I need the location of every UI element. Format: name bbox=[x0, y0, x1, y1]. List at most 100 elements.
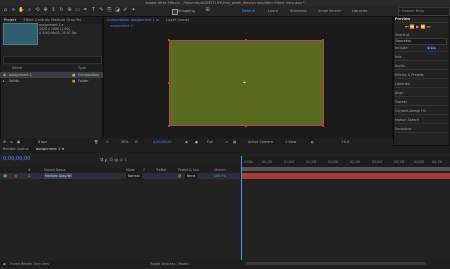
shortcut-select[interactable]: Spacebar bbox=[395, 38, 447, 45]
panel-audio[interactable]: Audio bbox=[395, 63, 448, 70]
parent-select[interactable]: None bbox=[185, 173, 198, 179]
panel-align[interactable]: Align bbox=[395, 90, 448, 97]
timeline-zoom-slider[interactable] bbox=[246, 262, 426, 265]
preview-toggle-icon[interactable]: ⎚ bbox=[106, 138, 109, 146]
timeline-layer-row[interactable]: 👁 ■ 1 Medium Gray-Yel Normal @ None 100.… bbox=[0, 173, 240, 179]
timeline-current-time[interactable]: 0;00;00;00 bbox=[3, 156, 30, 162]
exposure-value[interactable]: +0.0 bbox=[341, 138, 349, 146]
anchor-point-icon[interactable]: ⌖ bbox=[243, 80, 246, 86]
resolution-select[interactable]: Full bbox=[207, 138, 213, 146]
zoom-level[interactable]: 50% bbox=[121, 138, 129, 146]
layer-label-color[interactable]: ■ bbox=[14, 173, 17, 179]
current-time[interactable]: 0;00;00;00 bbox=[153, 138, 172, 146]
anchor-point-icon[interactable]: ⊕ bbox=[66, 7, 73, 14]
layer-duration-bar[interactable] bbox=[241, 173, 450, 179]
tab-layer[interactable]: Layer (none) bbox=[163, 17, 192, 24]
orbit-camera-icon[interactable]: ⟲ bbox=[34, 7, 41, 14]
snapshot-icon[interactable]: ◉ bbox=[185, 138, 188, 146]
tab-composition[interactable]: Composition assignment 1 ≡ bbox=[104, 17, 162, 24]
new-composition-icon[interactable]: ▣ bbox=[17, 138, 20, 146]
snapping-options-icon[interactable]: ⊞ bbox=[204, 7, 211, 14]
workspace-standard[interactable]: Standard bbox=[290, 6, 306, 16]
work-area-bar[interactable] bbox=[241, 167, 450, 171]
color-channel-icon[interactable]: ● bbox=[195, 138, 198, 146]
delete-icon[interactable]: 🗑 bbox=[94, 138, 98, 146]
bit-depth-label[interactable]: 8 bpc bbox=[38, 138, 47, 146]
visibility-icon[interactable]: 👁 bbox=[3, 173, 7, 179]
puppet-pin-icon[interactable]: ✦ bbox=[130, 7, 137, 14]
panel-libraries[interactable]: Libraries bbox=[395, 81, 448, 88]
graph-editor-icon[interactable]: ⌇ bbox=[124, 157, 126, 162]
rotate-tool-icon[interactable]: ↻ bbox=[58, 7, 65, 14]
workspace-learn[interactable]: Learn bbox=[268, 6, 278, 16]
view-layout-select[interactable]: 1 View bbox=[285, 138, 296, 146]
play-icon[interactable]: ▶ bbox=[416, 24, 419, 29]
panel-smoother[interactable]: Smoother bbox=[395, 126, 448, 133]
tab-timeline-assignment[interactable]: assignment 1 ≡ bbox=[33, 146, 68, 153]
bounding-box-handle[interactable] bbox=[245, 125, 247, 127]
draft-3d-icon[interactable]: ◭ bbox=[105, 157, 108, 162]
blend-mode-select[interactable]: Normal bbox=[126, 173, 142, 179]
panel-tracker[interactable]: Tracker bbox=[395, 99, 448, 106]
preview-header[interactable]: Preview bbox=[395, 16, 448, 23]
column-type[interactable]: Type bbox=[78, 65, 86, 71]
column-name[interactable]: Name bbox=[12, 65, 22, 71]
hand-tool-icon[interactable]: ✋ bbox=[18, 7, 25, 14]
prev-frame-icon[interactable]: ⏪ bbox=[410, 24, 415, 29]
project-search-input[interactable] bbox=[3, 56, 102, 64]
first-frame-icon[interactable]: ⏮ bbox=[405, 24, 409, 29]
dolly-camera-icon[interactable]: ⇕ bbox=[50, 7, 57, 14]
toggle-modes-label[interactable]: Toggle Switches / Modes bbox=[150, 260, 189, 268]
workspace-small-screen[interactable]: Small Screen bbox=[318, 6, 341, 16]
zoom-tool-icon[interactable]: ⌕ bbox=[26, 7, 33, 14]
bounding-box-handle[interactable] bbox=[322, 39, 324, 41]
brush-tool-icon[interactable]: ✎ bbox=[98, 7, 105, 14]
render-time-icon[interactable]: ◉ bbox=[3, 260, 6, 268]
comp-flowchart-icon[interactable]: ⇶ bbox=[100, 157, 103, 162]
roto-brush-icon[interactable]: ✐ bbox=[122, 7, 129, 14]
pen-tool-icon[interactable]: ✒ bbox=[82, 7, 89, 14]
playhead[interactable] bbox=[241, 156, 242, 261]
stretch-value[interactable]: 100.0% bbox=[214, 173, 226, 179]
selection-tool-icon[interactable]: ➤ bbox=[10, 7, 17, 14]
workspace-default[interactable]: Default bbox=[242, 6, 255, 16]
home-icon[interactable]: ⌂ bbox=[2, 7, 9, 14]
panel-motion-sketch[interactable]: Motion Sketch bbox=[395, 117, 448, 124]
last-frame-icon[interactable]: ⏭ bbox=[427, 24, 431, 29]
shy-layers-icon[interactable]: ☺ bbox=[109, 157, 113, 162]
panel-effects-presets[interactable]: Effects & Presets bbox=[395, 72, 448, 79]
next-frame-icon[interactable]: ⏩ bbox=[421, 24, 426, 29]
shape-tool-icon[interactable]: ▭ bbox=[74, 7, 81, 14]
eraser-tool-icon[interactable]: ◪ bbox=[114, 7, 121, 14]
tab-render-queue[interactable]: Render Queue bbox=[0, 146, 32, 153]
include-toggle-icons[interactable]: ▣▣◆ bbox=[427, 45, 436, 51]
composition-canvas[interactable] bbox=[169, 40, 324, 126]
bounding-box-handle[interactable] bbox=[168, 125, 170, 127]
new-folder-icon[interactable]: ▭ bbox=[10, 138, 13, 146]
panel-info[interactable]: Info bbox=[395, 54, 448, 61]
type-tool-icon[interactable]: T bbox=[90, 7, 97, 14]
frame-blending-icon[interactable]: ▤ bbox=[114, 157, 118, 162]
workspace-libraries[interactable]: Libraries bbox=[352, 6, 368, 16]
composition-breadcrumb[interactable]: assignment 1 bbox=[110, 24, 133, 28]
bounding-box-handle[interactable] bbox=[168, 82, 170, 84]
safe-margins-icon[interactable]: ⊟ bbox=[135, 138, 138, 146]
pan-camera-icon[interactable]: ✥ bbox=[42, 7, 49, 14]
bounding-box-handle[interactable] bbox=[322, 82, 324, 84]
pick-whip-icon[interactable]: @ bbox=[178, 173, 181, 179]
region-of-interest-icon[interactable]: ▭ bbox=[225, 138, 228, 146]
interpret-footage-icon[interactable]: ⚙ bbox=[3, 138, 6, 146]
transparency-grid-icon[interactable]: ▦ bbox=[233, 138, 236, 146]
bounding-box-handle[interactable] bbox=[322, 125, 324, 127]
camera-select[interactable]: Active Camera bbox=[248, 138, 273, 146]
clone-stamp-icon[interactable]: ⎘ bbox=[106, 7, 113, 14]
layer-index: 1 bbox=[28, 174, 31, 178]
panel-content-aware-fill[interactable]: Content-Aware Fill bbox=[395, 108, 448, 115]
bounding-box-handle[interactable] bbox=[168, 39, 170, 41]
project-row[interactable]: ▸ Solids ■ Folder bbox=[0, 78, 103, 84]
motion-blur-icon[interactable]: ◎ bbox=[120, 157, 124, 162]
exposure-icon[interactable]: ◐ bbox=[311, 138, 314, 146]
bounding-box-handle[interactable] bbox=[245, 39, 247, 41]
help-search-input[interactable]: ⌕ Search Help bbox=[398, 7, 450, 16]
layer-name[interactable]: Medium Gray-Yel bbox=[44, 173, 73, 179]
